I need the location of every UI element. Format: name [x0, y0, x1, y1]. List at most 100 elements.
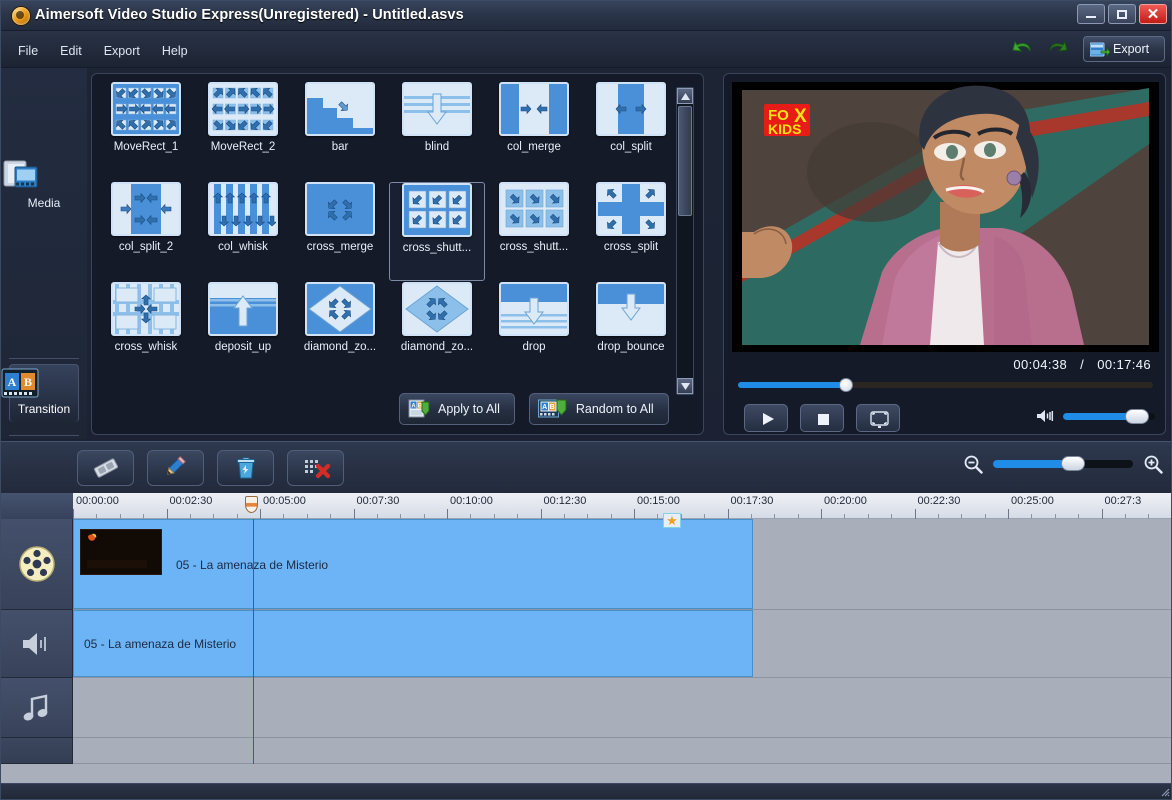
- ruler-major-tick: [1101, 509, 1103, 519]
- playhead[interactable]: [253, 519, 254, 764]
- transition-tile[interactable]: drop: [486, 282, 582, 381]
- transitions-scrollbar[interactable]: [676, 87, 694, 395]
- transition-thumbnail: [111, 82, 181, 136]
- delete-button[interactable]: [217, 450, 274, 486]
- ruler-major-tick: [1008, 509, 1009, 519]
- svg-text:KIDS: KIDS: [768, 121, 801, 137]
- transition-tile[interactable]: MoveRect_1: [98, 82, 194, 181]
- ruler-label: 00:02:30: [169, 495, 213, 507]
- menu-item-export[interactable]: Export: [95, 41, 149, 61]
- transition-tile[interactable]: cross_shutt...: [389, 182, 485, 281]
- transition-tile[interactable]: blind: [389, 82, 485, 181]
- transition-tile[interactable]: diamond_zo...: [292, 282, 388, 381]
- sidebar-item-media[interactable]: Media: [1, 158, 87, 210]
- transition-thumbnail: [499, 182, 569, 236]
- timeline-cursor-marker[interactable]: [245, 496, 258, 513]
- transition-label: col_merge: [507, 141, 561, 153]
- menu-item-file[interactable]: File: [9, 41, 47, 61]
- ruler-major-tick: [353, 509, 355, 519]
- transition-tile[interactable]: col_merge: [486, 82, 582, 181]
- zoom-slider[interactable]: [993, 456, 1133, 471]
- scroll-down-arrow-icon[interactable]: [677, 378, 693, 394]
- sidebar-item-transition[interactable]: A B Transition: [1, 368, 87, 416]
- zoom-out-icon[interactable]: [963, 454, 983, 474]
- star-icon[interactable]: ★: [663, 513, 681, 528]
- left-rail: Media A B Transition: [1, 68, 87, 439]
- transition-actions: A B Apply to All A B Random to All: [399, 393, 669, 425]
- transitions-panel: MoveRect_1 MoveRect_2 bar blind col_merge col…: [91, 73, 704, 435]
- transition-tile[interactable]: drop_bounce: [583, 282, 679, 381]
- transition-tile[interactable]: bar: [292, 82, 388, 181]
- svg-text:B: B: [24, 375, 32, 389]
- undo-arrow-icon[interactable]: [1011, 38, 1033, 60]
- rail-divider: [9, 358, 79, 359]
- scrollbar-thumb[interactable]: [678, 106, 692, 216]
- extra-track-row[interactable]: [73, 738, 1171, 764]
- audio-track-header[interactable]: [1, 610, 73, 678]
- rail-divider-bottom: [9, 435, 79, 436]
- transition-label: deposit_up: [214, 341, 272, 353]
- menu-item-help[interactable]: Help: [153, 41, 197, 61]
- transition-label: col_whisk: [218, 241, 268, 253]
- volume-slider[interactable]: [1063, 408, 1155, 424]
- transition-tile[interactable]: diamond_zo...: [389, 282, 485, 381]
- transition-tile[interactable]: cross_whisk: [98, 282, 194, 381]
- editor-toolbar: [1, 441, 1171, 493]
- transition-tile[interactable]: MoveRect_2: [195, 82, 291, 181]
- apply-to-all-button[interactable]: A B Apply to All: [399, 393, 515, 425]
- transition-thumbnail: [402, 282, 472, 336]
- music-track-row[interactable]: [73, 678, 1171, 738]
- fullscreen-button[interactable]: [856, 404, 900, 432]
- timeline-ruler[interactable]: 00:00:00 00:02:30 00:05:00 00:07:30 00:10:00…: [1, 493, 1171, 519]
- transition-tile[interactable]: cross_merge: [292, 182, 388, 281]
- video-track-header[interactable]: [1, 519, 73, 610]
- transition-tile[interactable]: col_split: [583, 82, 679, 181]
- split-button[interactable]: [77, 450, 134, 486]
- transition-thumbnail: [596, 82, 666, 136]
- delete-all-button[interactable]: [287, 450, 344, 486]
- transition-tile[interactable]: col_whisk: [195, 182, 291, 281]
- transition-label: col_split_2: [118, 241, 174, 253]
- random-to-all-button[interactable]: A B Random to All: [528, 393, 669, 425]
- menu-item-edit[interactable]: Edit: [51, 41, 91, 61]
- stop-button[interactable]: [800, 404, 844, 432]
- maximize-button[interactable]: [1108, 4, 1136, 24]
- edit-button[interactable]: [147, 450, 204, 486]
- resize-grip-icon[interactable]: [1158, 785, 1170, 797]
- video-clip[interactable]: 05 - La amenaza de Misterio: [73, 519, 753, 609]
- transition-label: blind: [424, 141, 450, 153]
- video-preview[interactable]: FO X KIDS: [732, 82, 1159, 352]
- transition-tile[interactable]: cross_split: [583, 182, 679, 281]
- music-track-header[interactable]: [1, 678, 73, 738]
- zoom-in-icon[interactable]: [1143, 454, 1163, 474]
- random-ab-icon: A B: [537, 398, 568, 420]
- transition-tile[interactable]: deposit_up: [195, 282, 291, 381]
- seek-handle[interactable]: [838, 378, 853, 392]
- scroll-up-arrow-icon[interactable]: [677, 88, 693, 104]
- seek-fill: [738, 382, 846, 388]
- audio-clip-label: 05 - La amenaza de Misterio: [84, 637, 237, 651]
- svg-text:A: A: [8, 375, 17, 389]
- transition-thumbnail: [208, 182, 278, 236]
- audio-track-row[interactable]: 05 - La amenaza de Misterio: [73, 610, 1171, 678]
- video-track-row[interactable]: 05 - La amenaza de Misterio ★: [73, 513, 1171, 610]
- apply-to-all-label: Apply to All: [438, 402, 500, 416]
- ruler-ticks: 00:00:00 00:02:30 00:05:00 00:07:30 00:10:00…: [73, 493, 1171, 519]
- speaker-icon-track: [19, 629, 55, 659]
- play-button[interactable]: [744, 404, 788, 432]
- minimize-button[interactable]: [1077, 4, 1105, 24]
- transition-tile[interactable]: cross_shutt...: [486, 182, 582, 281]
- redo-arrow-icon[interactable]: [1047, 38, 1069, 60]
- zoom-handle[interactable]: [1061, 456, 1085, 471]
- export-button[interactable]: Export: [1083, 36, 1165, 62]
- extra-track-header[interactable]: [1, 738, 73, 764]
- transition-tile[interactable]: col_split_2: [98, 182, 194, 281]
- volume-handle[interactable]: [1124, 408, 1149, 424]
- audio-clip[interactable]: 05 - La amenaza de Misterio: [73, 610, 753, 677]
- current-time: 00:04:38: [1013, 357, 1068, 372]
- preview-seek-slider[interactable]: [738, 378, 1153, 392]
- close-button[interactable]: ✕: [1139, 4, 1167, 24]
- sidebar-item-media-label: Media: [27, 196, 61, 210]
- app-window: Aimersoft Video Studio Express(Unregiste…: [0, 0, 1172, 800]
- speaker-icon[interactable]: [1036, 408, 1054, 424]
